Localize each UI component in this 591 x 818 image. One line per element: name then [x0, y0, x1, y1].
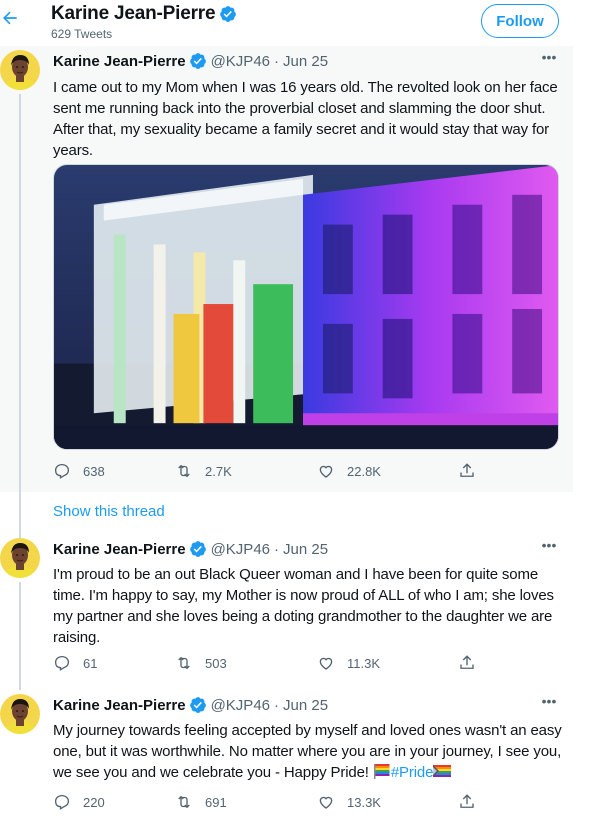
progress-pride-flag-emoji: [433, 763, 452, 779]
header-tweet-count: 629 Tweets: [51, 27, 113, 41]
verified-badge-icon: [189, 540, 207, 558]
share-button[interactable]: [458, 462, 476, 480]
share-button[interactable]: [458, 793, 476, 811]
reply-icon: [54, 794, 70, 810]
profile-header: Karine Jean-Pierre 629 Tweets Follow: [0, 0, 591, 46]
back-arrow-icon: [3, 11, 17, 25]
pride-hashtag-link[interactable]: #Pride: [391, 764, 434, 781]
like-button[interactable]: 11.3K: [317, 654, 380, 672]
avatar[interactable]: [0, 538, 40, 578]
avatar[interactable]: [0, 50, 40, 90]
show-thread-link[interactable]: Show this thread: [53, 503, 165, 520]
verified-badge-icon: [189, 52, 207, 70]
tweet-text-block: My journey towards feeling accepted by m…: [53, 720, 563, 783]
separator-dot: ·: [274, 540, 279, 558]
reply-icon: [54, 655, 70, 671]
tweet-actions: 220 691 13.3K: [53, 793, 493, 813]
white-house-rainbow-image: [54, 165, 558, 449]
tweet[interactable]: Karine Jean-Pierre @KJP46 · Jun 25 ••• M…: [0, 690, 573, 818]
verified-badge-icon: [189, 696, 207, 714]
author-handle[interactable]: @KJP46: [211, 697, 270, 714]
tweet-text: My journey towards feeling accepted by m…: [53, 722, 562, 781]
tweet-header: Karine Jean-Pierre @KJP46 · Jun 25: [53, 696, 328, 714]
tweet-date[interactable]: Jun 25: [283, 697, 328, 714]
reply-count: 220: [83, 794, 105, 810]
avatar-image: [0, 50, 40, 90]
retweet-count: 503: [205, 655, 227, 671]
thread-line: [19, 94, 21, 538]
avatar-image: [0, 694, 40, 734]
author-name[interactable]: Karine Jean-Pierre: [53, 541, 186, 558]
share-icon: [460, 794, 474, 808]
share-icon: [460, 655, 474, 669]
back-button[interactable]: [0, 8, 24, 32]
tweet-date[interactable]: Jun 25: [283, 541, 328, 558]
like-icon: [319, 796, 333, 809]
separator-dot: ·: [274, 696, 279, 714]
share-icon: [460, 463, 474, 477]
retweet-count: 691: [205, 794, 227, 810]
reply-button[interactable]: 220: [53, 793, 105, 811]
more-icon[interactable]: •••: [540, 50, 558, 64]
author-handle[interactable]: @KJP46: [211, 541, 270, 558]
tweet-header: Karine Jean-Pierre @KJP46 · Jun 25: [53, 540, 328, 558]
separator-dot: ·: [274, 52, 279, 70]
more-icon[interactable]: •••: [540, 694, 558, 708]
like-icon: [319, 465, 333, 478]
share-button[interactable]: [458, 654, 476, 672]
tweet-date[interactable]: Jun 25: [283, 53, 328, 70]
avatar[interactable]: [0, 694, 40, 734]
reply-count: 61: [83, 655, 98, 671]
header-profile-name-row: Karine Jean-Pierre: [51, 3, 237, 25]
tweet[interactable]: Karine Jean-Pierre @KJP46 · Jun 25 ••• I…: [0, 46, 573, 538]
follow-button[interactable]: Follow: [481, 4, 559, 38]
like-count: 22.8K: [347, 463, 381, 479]
retweet-icon: [178, 464, 190, 478]
reply-button[interactable]: 638: [53, 462, 105, 480]
header-profile-name: Karine Jean-Pierre: [51, 3, 216, 24]
like-count: 13.3K: [347, 794, 381, 810]
more-icon[interactable]: •••: [540, 538, 558, 552]
like-icon: [319, 657, 333, 670]
retweet-button[interactable]: 691: [175, 793, 227, 811]
author-name[interactable]: Karine Jean-Pierre: [53, 53, 186, 70]
reply-count: 638: [83, 463, 105, 479]
retweet-button[interactable]: 503: [175, 654, 227, 672]
retweet-button[interactable]: 2.7K: [175, 462, 232, 480]
tweet-actions: 61 503 11.3K: [53, 654, 493, 674]
reply-button[interactable]: 61: [53, 654, 97, 672]
tweet-image[interactable]: [53, 164, 559, 450]
tweet-text: I came out to my Mom when I was 16 years…: [53, 79, 558, 159]
verified-badge-icon: [219, 5, 237, 23]
reply-icon: [54, 463, 70, 479]
rainbow-flag-emoji: [373, 763, 391, 779]
tweet-header: Karine Jean-Pierre @KJP46 · Jun 25: [53, 52, 328, 70]
tweet-text: I'm proud to be an out Black Queer woman…: [53, 566, 554, 646]
retweet-count: 2.7K: [205, 463, 232, 479]
retweet-icon: [178, 795, 190, 809]
avatar-image: [0, 538, 40, 578]
retweet-icon: [178, 656, 190, 670]
like-count: 11.3K: [347, 655, 381, 671]
author-handle[interactable]: @KJP46: [211, 53, 270, 70]
tweet-actions: 638 2.7K 22.8K: [53, 462, 493, 482]
like-button[interactable]: 22.8K: [317, 462, 381, 480]
like-button[interactable]: 13.3K: [317, 793, 381, 811]
author-name[interactable]: Karine Jean-Pierre: [53, 697, 186, 714]
thread-line: [19, 582, 21, 690]
tweet[interactable]: Karine Jean-Pierre @KJP46 · Jun 25 ••• I…: [0, 534, 573, 690]
